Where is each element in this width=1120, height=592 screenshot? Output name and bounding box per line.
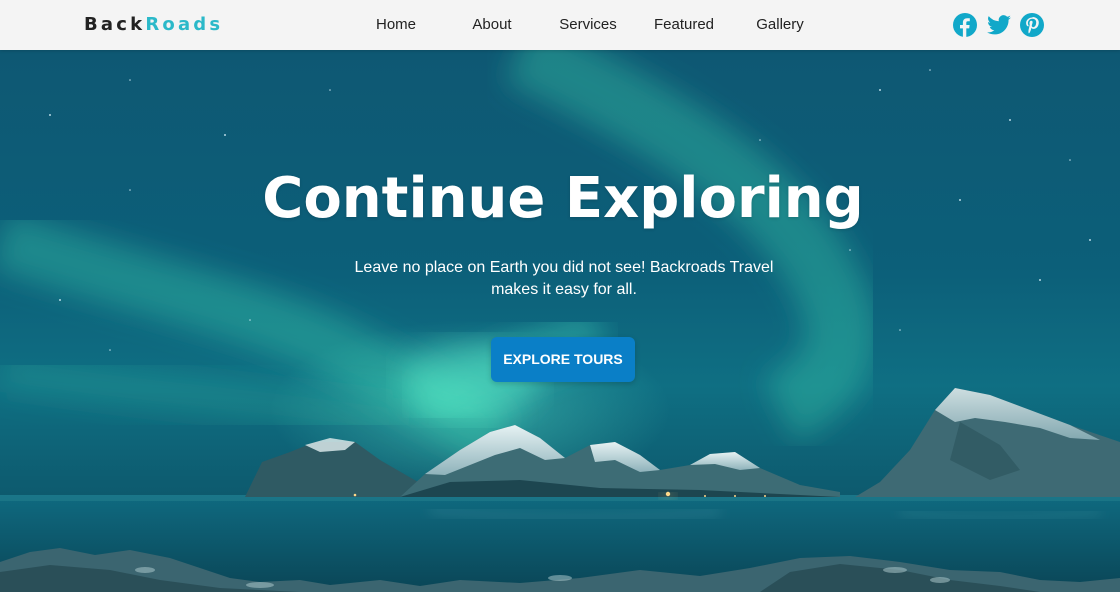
- logo-back: Back: [84, 14, 146, 35]
- nav-link-about[interactable]: About: [472, 16, 511, 34]
- pinterest-icon[interactable]: [1020, 13, 1044, 37]
- nav-link-featured[interactable]: Featured: [654, 16, 714, 34]
- explore-tours-button[interactable]: EXPLORE TOURS: [491, 337, 635, 382]
- logo[interactable]: BackRoads: [84, 14, 223, 36]
- nav-link-services[interactable]: Services: [559, 16, 617, 34]
- hero-background-image: [0, 50, 1120, 592]
- nav-link-gallery[interactable]: Gallery: [756, 16, 804, 34]
- nav-link-home[interactable]: Home: [376, 16, 416, 34]
- hero-subtitle: Leave no place on Earth you did not see!…: [354, 259, 774, 298]
- twitter-icon[interactable]: [986, 12, 1012, 38]
- navbar: BackRoads Home About Services Featured G…: [0, 0, 1120, 50]
- logo-roads: Roads: [145, 14, 224, 35]
- hero-section: Continue Exploring Leave no place on Ear…: [0, 50, 1120, 592]
- hero-title: Continue Exploring: [262, 166, 864, 231]
- facebook-icon[interactable]: [953, 13, 977, 37]
